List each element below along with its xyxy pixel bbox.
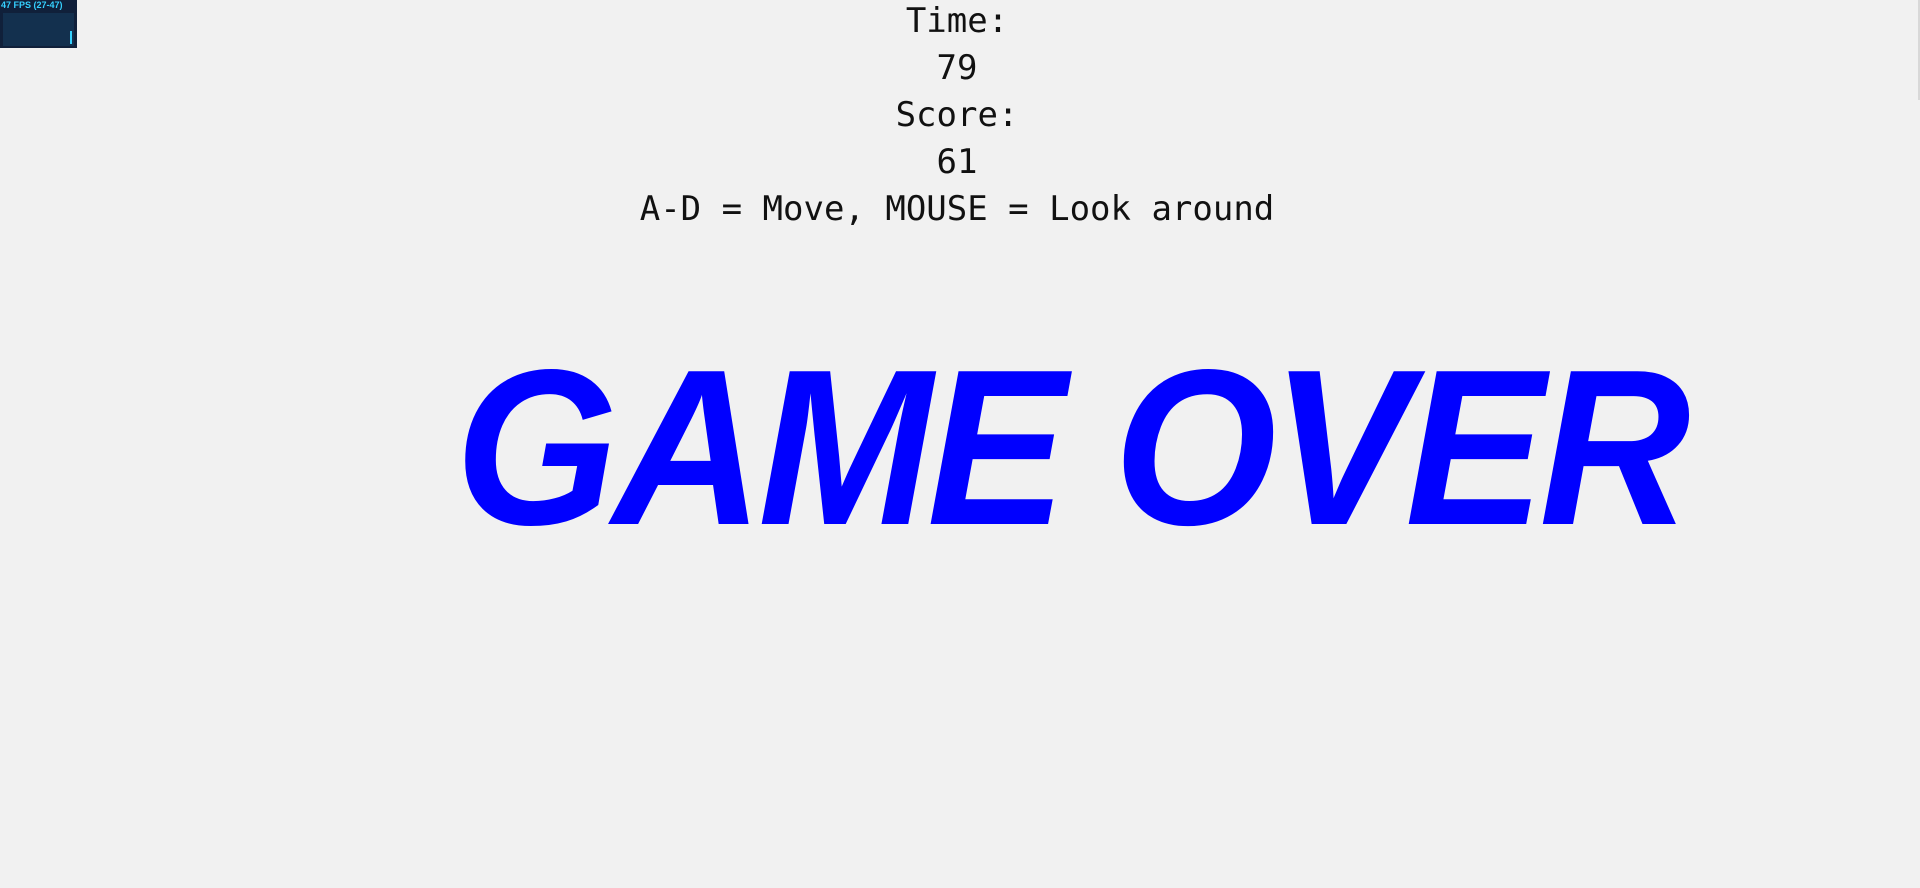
- controls-hint: A-D = Move, MOUSE = Look around: [639, 189, 1275, 229]
- score-value: 61: [936, 142, 978, 182]
- time-label: Time:: [905, 1, 1009, 41]
- score-label: Score:: [895, 95, 1019, 135]
- game-over-text: GAME OVER: [455, 324, 1691, 572]
- game-over-banner: GAME OVER: [455, 324, 1691, 572]
- time-value: 79: [936, 48, 978, 88]
